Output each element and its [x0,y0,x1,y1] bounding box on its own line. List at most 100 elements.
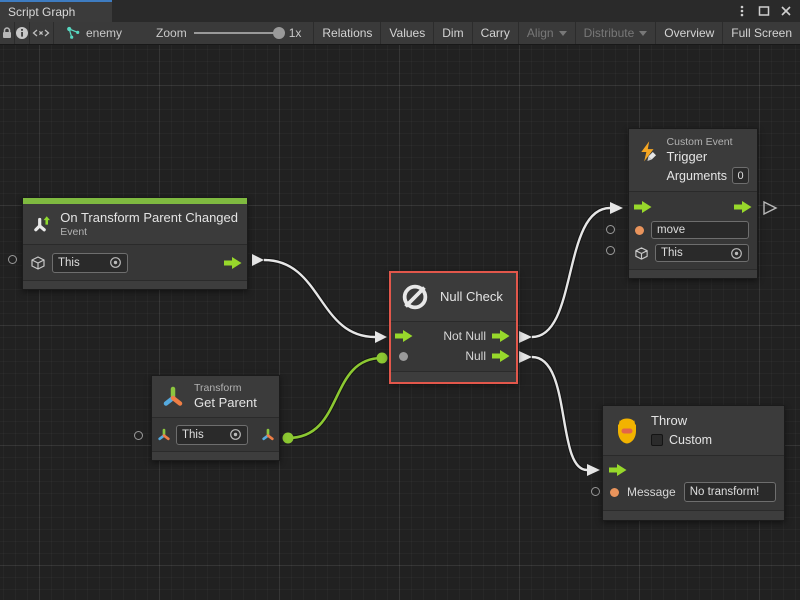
wire-getparent-to-nullcheck[interactable] [288,358,382,438]
graph-reference: enemy Zoom 1x [54,22,313,44]
overview-button[interactable]: Overview [656,22,723,44]
close-icon[interactable] [778,3,794,19]
node-footer [23,280,247,289]
arguments-field[interactable]: 0 [732,167,749,184]
unconnected-port-ring[interactable] [134,431,143,440]
event-name-field[interactable]: move [651,221,749,239]
gameobject-cube-icon [634,246,649,261]
zoom-value: 1x [289,26,302,40]
node-trigger-custom-event[interactable]: Custom Event Trigger Arguments 0 [628,128,758,279]
zoom-label: Zoom [156,26,187,40]
error-shield-icon [612,416,642,446]
titlebar: Script Graph [0,0,800,22]
node-footer [629,269,757,278]
target-field[interactable]: This [655,244,749,262]
code-icon [31,26,51,40]
transform-output-port-icon[interactable] [261,428,275,442]
transform-port-icon [157,428,171,442]
transform-parent-changed-icon [32,209,51,239]
node-null-check[interactable]: Null Check Not Null Null [389,271,518,384]
flow-input-port[interactable] [395,330,413,342]
dim-button[interactable]: Dim [434,22,472,44]
target-field[interactable]: This [52,253,128,273]
align-dropdown-button: Align [519,22,576,44]
target-picker-icon[interactable] [109,256,122,269]
wire-end-arrow[interactable] [587,464,600,476]
window-controls [734,0,800,22]
chevron-down-icon [639,31,647,36]
node-title: Null Check [440,289,503,305]
wire-start-arrow[interactable] [519,331,532,343]
message-field[interactable]: No transform! [684,482,776,502]
string-input-port[interactable] [610,488,619,497]
wire-null-to-throw[interactable] [532,357,587,470]
unconnected-port-ring[interactable] [606,225,615,234]
node-title: Throw [651,413,712,429]
node-footer [152,451,279,460]
fullscreen-button[interactable]: Full Screen [723,22,800,44]
value-input-port[interactable] [399,352,408,361]
wire-end-arrow[interactable] [610,202,623,214]
wire-start-arrow[interactable] [519,351,532,363]
graph-canvas[interactable]: On Transform Parent Changed Event This [0,45,800,600]
wire-shadow [532,357,587,470]
inspect-button[interactable] [15,22,30,44]
carry-button[interactable]: Carry [473,22,519,44]
tab-script-graph[interactable]: Script Graph [0,0,112,22]
wire-value-port-dot[interactable] [283,433,294,444]
unconnected-port-ring[interactable] [8,255,17,264]
node-title: Get Parent [194,395,257,411]
zoom-slider[interactable] [194,32,282,34]
target-field[interactable]: This [176,425,248,445]
wire-event-to-nullcheck[interactable] [264,260,375,337]
values-button[interactable]: Values [381,22,434,44]
node-get-parent[interactable]: Transform Get Parent This [151,375,280,461]
custom-checkbox[interactable] [651,434,663,446]
flow-input-port[interactable] [609,464,627,476]
node-category: Custom Event [667,136,749,149]
flow-input-port[interactable] [634,201,652,213]
node-on-transform-parent-changed[interactable]: On Transform Parent Changed Event This [22,197,248,290]
arguments-label: Arguments [667,168,727,184]
wire-value-port-dot[interactable] [377,353,388,364]
tab-title: Script Graph [8,5,75,19]
flow-output-port[interactable] [224,257,242,269]
null-check-icon [399,281,431,313]
edit-code-button[interactable] [30,22,54,44]
node-title: Trigger [667,149,749,165]
unconnected-port-triangle[interactable] [764,202,776,214]
lock-button[interactable] [0,22,15,44]
transform-icon [160,384,186,410]
align-label: Align [527,26,554,40]
flow-output-port[interactable] [734,201,752,213]
node-throw[interactable]: Throw Custom Message No transform! [602,405,785,521]
wire-start-arrow[interactable] [252,254,264,266]
script-graph-window: Script Graph enemy [0,0,800,600]
graph-toolbar: enemy Zoom 1x Relations Values Dim Carry… [0,22,800,45]
lock-icon [0,26,14,40]
wire-notnull-to-trigger[interactable] [532,208,610,337]
unconnected-port-ring[interactable] [606,246,615,255]
chevron-down-icon [559,31,567,36]
kebab-menu-icon[interactable] [734,3,750,19]
unconnected-port-ring[interactable] [591,487,600,496]
node-footer [603,510,784,520]
target-picker-icon[interactable] [730,247,743,260]
not-null-port-label: Not Null [443,329,486,343]
null-port-label: Null [465,349,486,363]
zoom-slider-handle[interactable] [273,27,285,39]
custom-event-icon [637,136,659,168]
graph-icon [66,26,81,40]
node-category: Transform [194,382,257,395]
distribute-label: Distribute [584,26,635,40]
null-output-port[interactable] [492,350,510,362]
message-port-label: Message [627,485,676,499]
string-input-port[interactable] [635,226,644,235]
gameobject-cube-icon [30,255,46,271]
wire-end-arrow[interactable] [375,331,387,343]
node-subtitle: Event [60,226,238,239]
relations-button[interactable]: Relations [313,22,381,44]
target-picker-icon[interactable] [229,428,242,441]
maximize-icon[interactable] [756,3,772,19]
not-null-output-port[interactable] [492,330,510,342]
